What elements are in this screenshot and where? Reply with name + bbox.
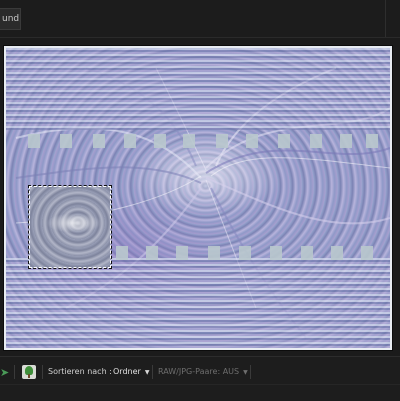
selection-marquee[interactable]	[28, 185, 112, 269]
divider	[0, 384, 400, 385]
sort-value: Ordner	[113, 367, 141, 376]
perforation	[270, 246, 282, 260]
perforation	[154, 134, 166, 148]
photo-frame	[4, 46, 392, 350]
perforation	[366, 134, 378, 148]
perforation	[208, 246, 220, 260]
perforation	[361, 246, 373, 260]
perforation	[93, 134, 105, 148]
tab-label: und)	[2, 14, 21, 24]
perforation	[246, 134, 258, 148]
perforation	[278, 134, 290, 148]
perforation	[331, 246, 343, 260]
film-perforations-top	[6, 134, 390, 150]
divider	[250, 365, 251, 379]
bottom-toolbar: ➤ Sortieren nach : Ordner ▼ RAW/JPG-Paare…	[0, 356, 400, 401]
sort-label: Sortieren nach :	[48, 367, 112, 376]
tab-fragment[interactable]: und)	[0, 8, 21, 30]
perforation	[28, 134, 40, 148]
perforation	[183, 134, 195, 148]
stripe-band-bottom	[6, 258, 390, 348]
perforation	[116, 246, 128, 260]
divider	[385, 0, 386, 37]
tree-icon[interactable]	[22, 365, 36, 379]
caret-down-icon: ▼	[243, 369, 248, 376]
sort-dropdown[interactable]: Ordner ▼	[113, 363, 149, 381]
perforation	[176, 246, 188, 260]
perforation	[60, 134, 72, 148]
caret-down-icon: ▼	[144, 369, 150, 376]
stripe-band-top	[6, 48, 390, 130]
perforation	[340, 134, 352, 148]
divider	[152, 365, 153, 379]
top-bar: und)	[0, 0, 400, 38]
raw-jpg-label: RAW/JPG-Paare: AUS	[158, 367, 240, 376]
perforation	[310, 134, 322, 148]
green-arrow-icon[interactable]: ➤	[0, 367, 10, 379]
toolbar-row: ➤ Sortieren nach : Ordner ▼ RAW/JPG-Paare…	[0, 363, 400, 381]
perforation	[301, 246, 313, 260]
divider	[42, 365, 43, 379]
photo-preview[interactable]	[6, 48, 390, 348]
perforation	[239, 246, 251, 260]
perforation	[146, 246, 158, 260]
raw-jpg-toggle[interactable]: RAW/JPG-Paare: AUS ▼	[158, 363, 248, 381]
divider	[14, 365, 15, 379]
perforation	[124, 134, 136, 148]
perforation	[216, 134, 228, 148]
